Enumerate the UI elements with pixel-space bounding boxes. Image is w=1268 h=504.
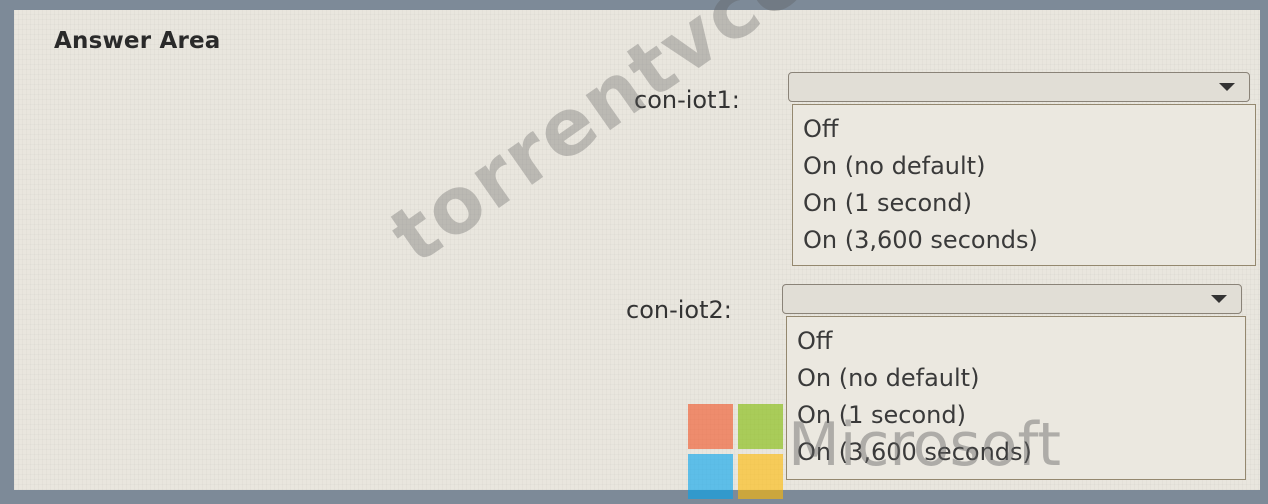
con-iot1-label: con-iot1: bbox=[634, 86, 740, 114]
con-iot2-dropdown[interactable] bbox=[782, 284, 1242, 314]
con-iot1-option-off[interactable]: Off bbox=[793, 111, 1255, 148]
con-iot1-option-on-3600-seconds[interactable]: On (3,600 seconds) bbox=[793, 222, 1255, 259]
chevron-down-icon[interactable] bbox=[1219, 83, 1235, 91]
answer-area-panel: Answer Area con-iot1: Off On (no default… bbox=[14, 10, 1260, 490]
con-iot2-option-off[interactable]: Off bbox=[787, 323, 1245, 360]
con-iot2-option-on-3600-seconds[interactable]: On (3,600 seconds) bbox=[787, 434, 1245, 471]
answer-area-title: Answer Area bbox=[54, 28, 221, 54]
con-iot2-option-list: Off On (no default) On (1 second) On (3,… bbox=[786, 316, 1246, 480]
con-iot2-option-on-1-second[interactable]: On (1 second) bbox=[787, 397, 1245, 434]
con-iot1-option-on-no-default[interactable]: On (no default) bbox=[793, 148, 1255, 185]
con-iot2-label: con-iot2: bbox=[626, 296, 732, 324]
con-iot1-option-on-1-second[interactable]: On (1 second) bbox=[793, 185, 1255, 222]
con-iot2-option-on-no-default[interactable]: On (no default) bbox=[787, 360, 1245, 397]
chevron-down-icon[interactable] bbox=[1211, 295, 1227, 303]
con-iot1-dropdown[interactable] bbox=[788, 72, 1250, 102]
con-iot1-option-list: Off On (no default) On (1 second) On (3,… bbox=[792, 104, 1256, 266]
